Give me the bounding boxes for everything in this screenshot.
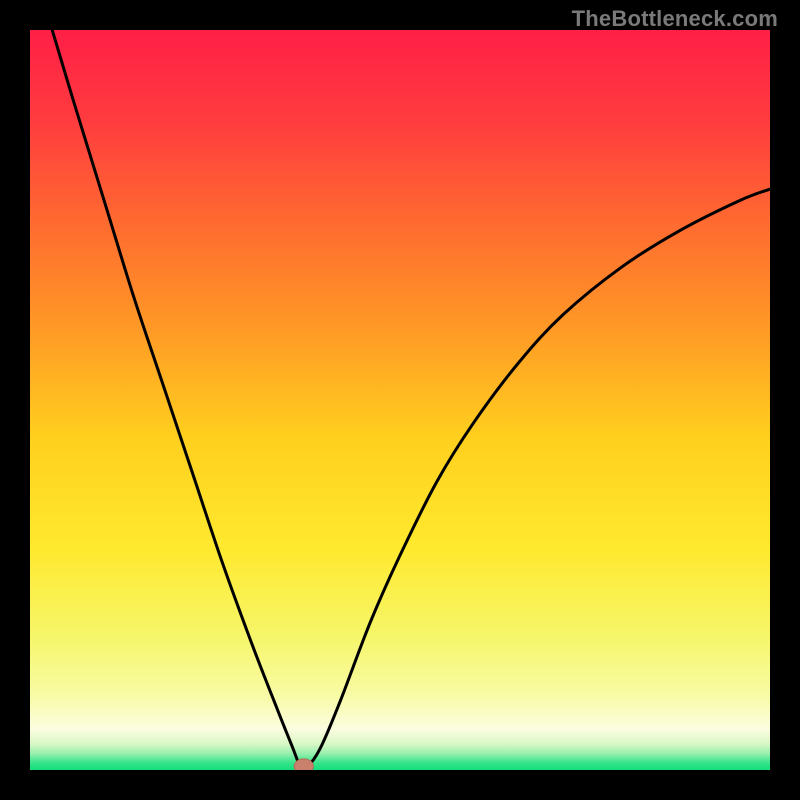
watermark-text: TheBottleneck.com [572,6,778,32]
chart-svg [30,30,770,770]
plot-area [30,30,770,770]
chart-stage: TheBottleneck.com [0,0,800,800]
gradient-background [30,30,770,770]
optimal-point-marker [294,759,313,770]
